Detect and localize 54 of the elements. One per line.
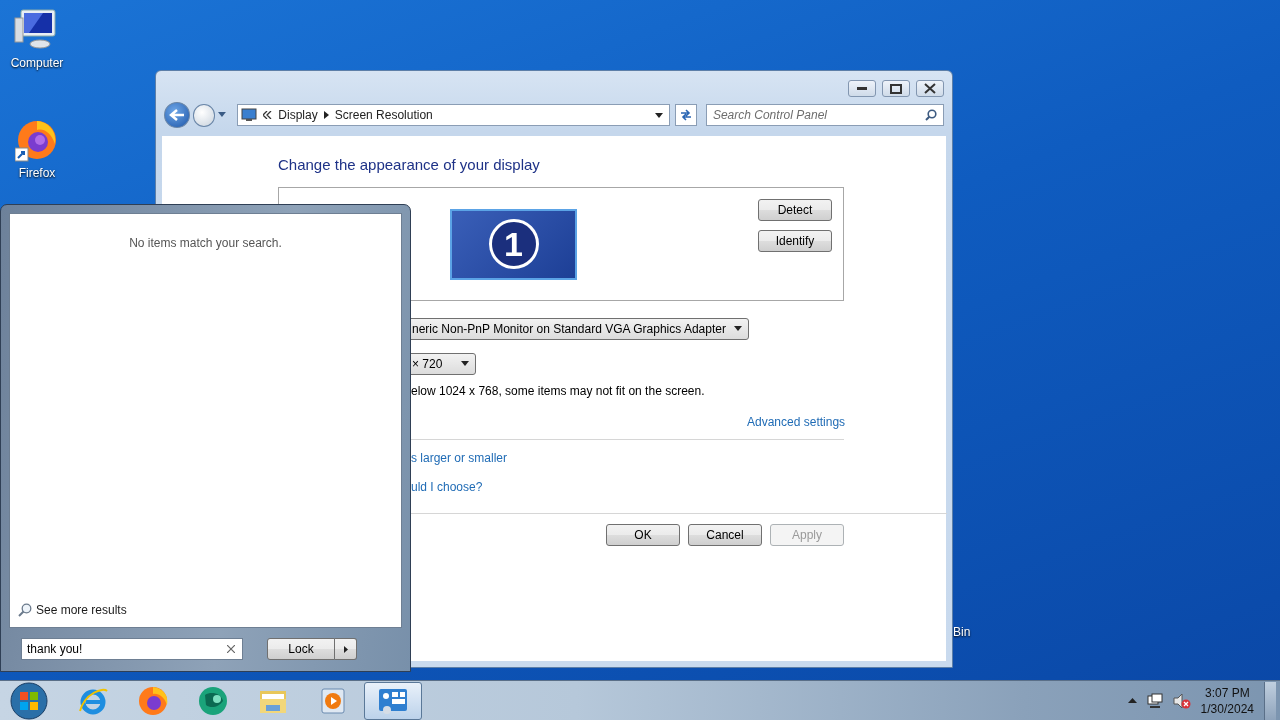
search-field[interactable]: Search Control Panel [705, 104, 944, 126]
show-desktop-button[interactable] [1264, 681, 1276, 720]
refresh-icon [679, 108, 694, 122]
clock[interactable]: 3:07 PM 1/30/2024 [1200, 684, 1254, 717]
icon-label[interactable]: Firefox [18, 164, 56, 182]
monitor-number: 1 [488, 219, 539, 269]
search-icon[interactable] [925, 109, 937, 121]
globe-icon [197, 684, 229, 717]
see-more-results-link[interactable]: See more results [18, 601, 127, 619]
maximize-icon [890, 83, 902, 94]
side-button[interactable]: Detect [758, 198, 832, 221]
up-arrow-icon[interactable] [1127, 698, 1137, 703]
help-link[interactable]: uld I choose? [411, 477, 483, 496]
search-icon [18, 603, 32, 617]
icon-label: Bin [953, 624, 971, 641]
warning-text: elow 1024 x 768, some items may not fit on the screen. [411, 382, 706, 400]
taskbar-app[interactable] [364, 681, 422, 720]
caret-icon [461, 361, 469, 366]
forward-button[interactable] [192, 103, 216, 127]
page-heading: Change the appearance of your display [278, 155, 541, 175]
options-arrow-button[interactable] [335, 638, 357, 660]
maximize-button[interactable] [882, 80, 910, 97]
monitor-icon [241, 108, 258, 122]
lock-button[interactable]: Lock [267, 638, 335, 660]
back-arrow-icon [168, 108, 185, 122]
dropdown-arrow-icon[interactable] [655, 112, 664, 118]
advanced-settings-link[interactable]: Advanced settings [747, 412, 846, 431]
search-field[interactable]: thank you! [21, 638, 243, 660]
monitor-thumbnail[interactable]: 1 [450, 208, 577, 280]
start-orb-icon [10, 681, 48, 720]
breadcrumb-arrow-icon[interactable] [323, 111, 329, 119]
help-link[interactable]: s larger or smaller [411, 448, 508, 467]
no-results-message: No items match your search. [129, 235, 282, 252]
caret-icon [733, 326, 742, 331]
dialog-button[interactable]: OK [606, 523, 680, 546]
minimize-icon [857, 87, 867, 90]
back-button[interactable] [164, 102, 190, 128]
minimize-button[interactable] [848, 80, 876, 97]
breadcrumb[interactable]: Display [278, 106, 318, 124]
address-bar[interactable]: Display Screen Resolution [237, 104, 671, 126]
clear-icon[interactable] [227, 645, 235, 653]
muted-speaker-icon[interactable] [1172, 692, 1191, 709]
firefox-icon[interactable] [15, 118, 59, 162]
icon-label[interactable]: Computer [10, 54, 64, 72]
close-icon [924, 83, 936, 94]
dialog-button[interactable]: Cancel [688, 523, 762, 546]
refresh-button[interactable] [675, 104, 697, 126]
side-button[interactable]: Identify [758, 229, 832, 252]
caret-icon [343, 645, 348, 653]
firefox-icon [137, 684, 169, 717]
network-icon[interactable] [1146, 692, 1163, 709]
close-button[interactable] [916, 80, 944, 97]
double-chevron-icon[interactable] [263, 111, 273, 119]
breadcrumb[interactable]: Screen Resolution [334, 106, 433, 124]
